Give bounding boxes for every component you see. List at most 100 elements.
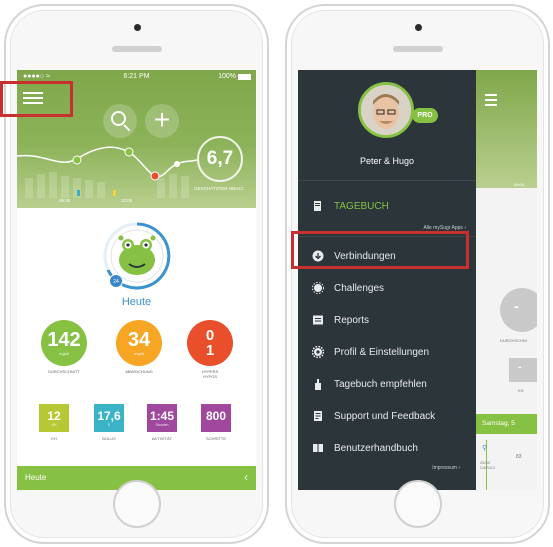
- dashboard-header: [476, 70, 537, 188]
- tile-unit: Stunden: [155, 423, 169, 427]
- battery-icon: [238, 74, 251, 80]
- menu-highlight-box: [0, 81, 73, 117]
- hamburger-icon[interactable]: [485, 94, 497, 109]
- impressum-link[interactable]: Impressum ›: [432, 465, 460, 471]
- hba1c-label: GESCHÄTZTER HBA1C: [194, 186, 244, 191]
- tile-unit: KH: [51, 423, 57, 427]
- challenges-icon: [312, 282, 324, 294]
- front-camera: [414, 24, 422, 31]
- tile-unit: E: [107, 423, 111, 427]
- search-button[interactable]: [103, 104, 137, 138]
- steps-tile[interactable]: 800: [201, 404, 231, 432]
- earpiece-speaker: [392, 46, 443, 52]
- nav-item-label: Challenges: [334, 283, 385, 294]
- tile-value: 800: [205, 409, 227, 423]
- tile-value: -: [518, 362, 522, 373]
- stat-value: 34: [127, 329, 151, 351]
- average-glucose-circle[interactable]: 142 mg/dl: [41, 320, 87, 366]
- stat-label: DURCHSCHNI: [500, 338, 527, 343]
- timeline-entry: 25/40 CAPUCI: [480, 460, 496, 470]
- add-entry-button[interactable]: +: [145, 104, 179, 138]
- tile-label: KH: [518, 388, 524, 393]
- carbs-tile[interactable]: 12 KH: [39, 404, 69, 432]
- activity-bar: [85, 180, 93, 198]
- chart-tick: 06:00: [514, 182, 525, 187]
- chart-tick: 06:00: [59, 198, 71, 203]
- user-photo: [361, 85, 411, 135]
- activity-tile[interactable]: 1:45 Stunden: [147, 404, 177, 432]
- front-camera: [133, 24, 141, 31]
- tile-label: KH: [51, 436, 57, 441]
- date-bar: Samstag, 5: [476, 414, 537, 434]
- hyper-count: 0: [205, 327, 215, 344]
- glucose-point: [150, 171, 160, 181]
- user-name: Peter & Hugo: [359, 156, 415, 166]
- reports-icon: [313, 315, 323, 325]
- screen-menu: 06:00 - DURCHSCHNI - KH Samstag, 5 ⚲ 25/…: [298, 70, 537, 490]
- glucose-trend-chart: 06:00 12:00: [17, 146, 197, 203]
- tile-value: 17,6: [97, 409, 121, 423]
- home-button[interactable]: [393, 480, 442, 528]
- chart-tick: 12:00: [121, 198, 133, 203]
- battery-percent: 100%: [218, 73, 236, 80]
- earpiece-speaker: [111, 46, 162, 52]
- bolus-tile[interactable]: 17,6 E: [94, 404, 124, 432]
- nav-item-challenges[interactable]: Challenges: [298, 276, 476, 302]
- screen-dashboard: ●●●●○ ≈ 6:21 PM 100% + 06:00 12:00 6,7 G…: [17, 70, 256, 490]
- location-pin-icon: ⚲: [482, 445, 488, 452]
- nav-item-label: Benutzerhandbuch: [334, 443, 418, 454]
- glucose-point: [72, 155, 82, 165]
- nav-item-label: Profil & Einstellungen: [334, 347, 430, 358]
- stat-label: DURCHSCHNITT: [48, 369, 80, 374]
- stat-unit: mg/dl: [59, 351, 69, 356]
- stat-unit: mg/dl: [134, 351, 144, 356]
- support-icon: [314, 411, 322, 421]
- activity-bar: [49, 172, 57, 198]
- tile-label: SCHRITTE: [206, 436, 226, 441]
- nav-item-label: Reports: [334, 315, 370, 326]
- search-icon-handle: [123, 124, 131, 132]
- avatar[interactable]: [358, 82, 414, 138]
- glucose-curve: [17, 146, 197, 178]
- activity-bar: [61, 176, 69, 198]
- dashboard-behind-drawer[interactable]: 06:00 - DURCHSCHNI - KH Samstag, 5 ⚲ 25/…: [476, 70, 537, 490]
- book-icon: [313, 444, 323, 452]
- activity-bar: [157, 178, 165, 198]
- tile-label: AKTIVITÄT: [151, 436, 173, 441]
- activity-bar: [37, 174, 45, 198]
- hypo-count: 1: [205, 342, 215, 359]
- activity-bar: [181, 176, 189, 198]
- challenge-count-badge: 24: [109, 274, 123, 288]
- nav-item-reports[interactable]: Reports: [298, 308, 476, 334]
- nav-item-profil[interactable]: Profil & Einstellungen: [298, 340, 476, 366]
- activity-bar: [25, 178, 33, 198]
- nav-item-label: TAGEBUCH: [334, 201, 389, 212]
- nav-item-empfehlen[interactable]: Tagebuch empfehlen: [298, 372, 476, 398]
- nav-item-handbuch[interactable]: Benutzerhandbuch: [298, 436, 476, 462]
- timeline-value: 83: [516, 454, 522, 460]
- deviation-circle[interactable]: 34 mg/dl: [116, 320, 162, 366]
- tile-value: 1:45: [149, 409, 175, 423]
- tile-value: 12: [47, 409, 61, 423]
- nav-item-label: Tagebuch empfehlen: [334, 379, 427, 390]
- home-button[interactable]: [112, 480, 161, 528]
- meal-marker: [113, 190, 116, 196]
- phone-frame-right: 06:00 - DURCHSCHNI - KH Samstag, 5 ⚲ 25/…: [285, 4, 550, 544]
- footer-label: Heute: [25, 473, 47, 482]
- stat-label: HYPERS HYPOS: [201, 369, 219, 379]
- side-menu: PRO Peter & Hugo TAGEBUCH Alle mySugr Ap…: [298, 70, 476, 490]
- nav-item-support[interactable]: Support und Feedback: [298, 404, 476, 430]
- logbook-icon: [314, 201, 321, 211]
- hba1c-value[interactable]: 6,7: [197, 136, 243, 182]
- glucose-point: [174, 161, 180, 167]
- divider: [298, 180, 476, 181]
- activity-bar: [97, 182, 105, 198]
- nav-item-label: Support und Feedback: [334, 411, 436, 422]
- verbindungen-highlight-box: [291, 231, 469, 269]
- chevron-left-icon[interactable]: ‹: [244, 470, 248, 484]
- gear-icon: [312, 346, 324, 358]
- nav-item-tagebuch[interactable]: TAGEBUCH: [298, 194, 476, 220]
- stat-value: -: [514, 298, 519, 314]
- activity-bar: [169, 174, 177, 198]
- hyper-hypo-circle[interactable]: 0 1: [187, 320, 233, 366]
